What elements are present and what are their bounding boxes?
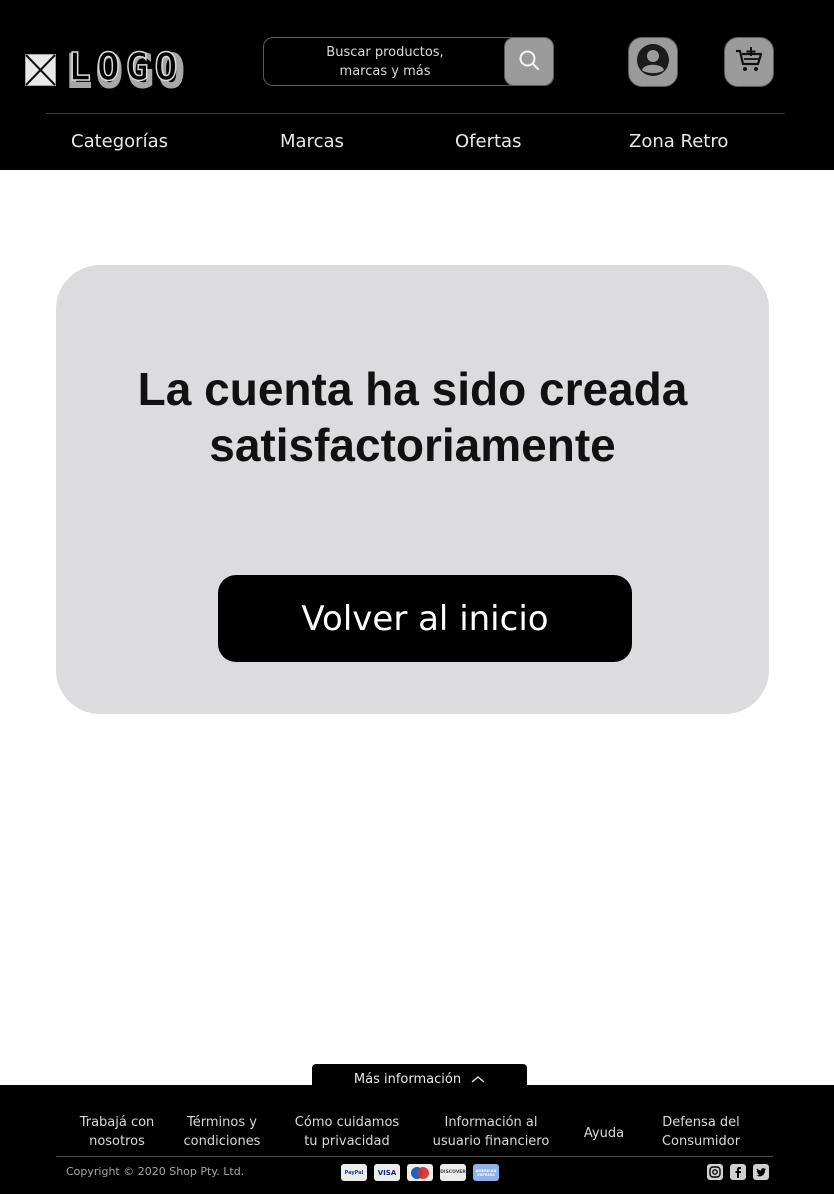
nav-item-ofertas[interactable]: Ofertas xyxy=(455,128,521,156)
paypal-logo: PayPal xyxy=(341,1164,367,1181)
account-button[interactable] xyxy=(628,37,678,87)
footer: Trabajá con nosotros Términos y condicione… xyxy=(0,1085,834,1194)
maestro-logo xyxy=(407,1164,433,1181)
twitter-icon[interactable] xyxy=(753,1164,769,1180)
search-button[interactable] xyxy=(504,37,554,86)
search-bar[interactable]: Buscar productos, marcas y más xyxy=(263,37,554,86)
nav-item-zona-retro[interactable]: Zona Retro xyxy=(629,128,728,156)
footer-link-terminos[interactable]: Términos y condiciones xyxy=(176,1113,268,1151)
footer-link-privacidad[interactable]: Cómo cuidamos tu privacidad xyxy=(286,1113,408,1151)
confirmation-card: La cuenta ha sido creada satisfactoriame… xyxy=(56,265,769,714)
header-divider xyxy=(46,113,785,114)
nav-item-categorias[interactable]: Categorías xyxy=(71,128,168,156)
instagram-icon[interactable] xyxy=(707,1164,723,1180)
logo-icon: LOGO LOGO xyxy=(25,44,186,100)
amex-logo: AMERICAN EXPRESS xyxy=(473,1164,499,1181)
user-icon xyxy=(636,43,670,81)
cart-button[interactable] xyxy=(724,37,774,87)
payment-methods: PayPal VISA DISCOVER AMERICAN EXPRESS xyxy=(341,1164,499,1182)
footer-link-defensa-consumidor[interactable]: Defensa del Consumidor xyxy=(653,1113,749,1151)
back-home-button[interactable]: Volver al inicio xyxy=(218,575,632,662)
page: LOGO LOGO Buscar productos, marcas y más xyxy=(0,0,834,1194)
footer-link-ayuda[interactable]: Ayuda xyxy=(578,1124,630,1143)
header: LOGO LOGO Buscar productos, marcas y más xyxy=(0,0,834,170)
facebook-icon[interactable] xyxy=(730,1164,746,1180)
visa-logo: VISA xyxy=(374,1164,400,1181)
footer-link-trabaja[interactable]: Trabajá con nosotros xyxy=(72,1113,162,1151)
copyright: Copyright © 2020 Shop Pty. Ltd. xyxy=(66,1165,245,1178)
footer-divider xyxy=(56,1156,773,1157)
cart-add-icon xyxy=(734,45,764,79)
footer-link-info-financiero[interactable]: Información al usuario financiero xyxy=(425,1113,557,1151)
search-icon xyxy=(518,49,540,75)
main-nav: Categorías Marcas Ofertas Zona Retro xyxy=(0,128,834,158)
search-input[interactable]: Buscar productos, marcas y más xyxy=(264,38,506,85)
discover-logo: DISCOVER xyxy=(440,1164,466,1181)
social-links xyxy=(707,1164,769,1180)
logo[interactable]: LOGO LOGO xyxy=(24,44,220,100)
nav-item-marcas[interactable]: Marcas xyxy=(280,128,344,156)
confirmation-title: La cuenta ha sido creada satisfactoriame… xyxy=(137,363,688,471)
svg-text:LOGO: LOGO xyxy=(68,46,184,89)
